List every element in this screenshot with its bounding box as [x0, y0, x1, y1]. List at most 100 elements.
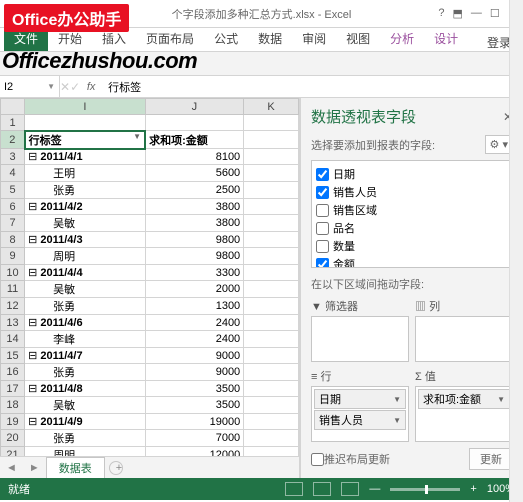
cell[interactable]: ⊟ 2011/4/8: [25, 381, 146, 397]
zone-filters[interactable]: [311, 316, 409, 362]
view-normal-icon[interactable]: [285, 482, 303, 496]
field-item[interactable]: 销售人员: [316, 183, 508, 201]
row-header[interactable]: 4: [1, 165, 25, 182]
field-item[interactable]: 数量: [316, 237, 508, 255]
row-header[interactable]: 14: [1, 331, 25, 348]
cell[interactable]: ⊟ 2011/4/3: [25, 232, 146, 248]
cell[interactable]: [244, 447, 299, 457]
cell[interactable]: 3500: [145, 381, 244, 397]
name-box[interactable]: I2 ▼: [0, 76, 60, 97]
cell[interactable]: ⊟ 2011/4/1: [25, 149, 146, 165]
cell[interactable]: 吴敏: [25, 281, 146, 298]
cell[interactable]: 张勇: [25, 182, 146, 199]
row-header[interactable]: 6: [1, 199, 25, 215]
tab-formulas[interactable]: 公式: [204, 26, 248, 51]
cell[interactable]: [244, 331, 299, 348]
cell[interactable]: [244, 182, 299, 199]
cell[interactable]: [244, 165, 299, 182]
cell[interactable]: 19000: [145, 414, 244, 430]
confirm-icon[interactable]: ✓: [70, 80, 80, 94]
zone-item[interactable]: 求和项:金额▼: [418, 389, 510, 409]
cell[interactable]: 2400: [145, 315, 244, 331]
cell[interactable]: 张勇: [25, 364, 146, 381]
cell[interactable]: 3800: [145, 199, 244, 215]
tab-review[interactable]: 审阅: [292, 26, 336, 51]
row-header[interactable]: 3: [1, 149, 25, 165]
cell[interactable]: [244, 281, 299, 298]
cell[interactable]: 3800: [145, 215, 244, 232]
cell[interactable]: ⊟ 2011/4/2: [25, 199, 146, 215]
cell[interactable]: ⊟ 2011/4/4: [25, 265, 146, 281]
cell[interactable]: [244, 315, 299, 331]
fx-icon[interactable]: fx: [80, 81, 102, 93]
cell[interactable]: 12000: [145, 447, 244, 457]
col-header-J[interactable]: J: [145, 99, 244, 115]
cell[interactable]: [244, 414, 299, 430]
cancel-icon[interactable]: ✕: [60, 80, 70, 94]
cell[interactable]: 吴敏: [25, 397, 146, 414]
formula-input[interactable]: 行标签: [102, 79, 523, 95]
cell[interactable]: 张勇: [25, 430, 146, 447]
zone-values[interactable]: 求和项:金额▼: [415, 386, 513, 442]
cell[interactable]: 周明: [25, 447, 146, 457]
cell[interactable]: 行标签 ▼: [25, 131, 146, 149]
cell[interactable]: [244, 381, 299, 397]
zone-columns[interactable]: [415, 316, 513, 362]
field-checkbox[interactable]: [316, 258, 329, 269]
cell[interactable]: 5600: [145, 165, 244, 182]
grid[interactable]: I J K 1 2行标签 ▼求和项:金额3⊟ 2011/4/181004王明56…: [0, 98, 299, 456]
cell[interactable]: 2000: [145, 281, 244, 298]
row-header[interactable]: 20: [1, 430, 25, 447]
cell[interactable]: 9800: [145, 232, 244, 248]
field-list-scrollbar[interactable]: [509, 160, 513, 268]
cell[interactable]: ⊟ 2011/4/9: [25, 414, 146, 430]
cell[interactable]: [244, 149, 299, 165]
cell[interactable]: 3500: [145, 397, 244, 414]
cell[interactable]: 张勇: [25, 298, 146, 315]
zone-item[interactable]: 销售人员▼: [314, 410, 406, 430]
row-header[interactable]: 17: [1, 381, 25, 397]
field-item[interactable]: 销售区域: [316, 201, 508, 219]
minimize-icon[interactable]: —: [471, 7, 482, 20]
row-header[interactable]: 15: [1, 348, 25, 364]
cell[interactable]: [244, 199, 299, 215]
cell[interactable]: 7000: [145, 430, 244, 447]
ribbon-toggle-icon[interactable]: ⬒: [453, 7, 463, 20]
row-header[interactable]: 10: [1, 265, 25, 281]
field-item[interactable]: 金额: [316, 255, 508, 268]
row-header[interactable]: 12: [1, 298, 25, 315]
select-all-corner[interactable]: [1, 99, 25, 115]
name-box-dropdown-icon[interactable]: ▼: [47, 82, 55, 91]
cell[interactable]: 求和项:金额: [145, 131, 244, 149]
row-header[interactable]: 11: [1, 281, 25, 298]
cell[interactable]: 2500: [145, 182, 244, 199]
sheet-tab[interactable]: 数据表: [46, 457, 105, 478]
help-icon[interactable]: ?: [438, 7, 444, 20]
tab-data[interactable]: 数据: [248, 26, 292, 51]
cell[interactable]: [244, 298, 299, 315]
cell[interactable]: 3300: [145, 265, 244, 281]
row-header[interactable]: 9: [1, 248, 25, 265]
row-header[interactable]: 16: [1, 364, 25, 381]
defer-update-checkbox[interactable]: [311, 453, 324, 466]
field-list[interactable]: 日期 销售人员 销售区域 品名 数量 金额: [311, 160, 513, 268]
zoom-out-icon[interactable]: —: [369, 483, 380, 495]
row-header[interactable]: 2: [1, 131, 25, 149]
cell[interactable]: 王明: [25, 165, 146, 182]
field-item[interactable]: 日期: [316, 165, 508, 183]
view-pagebreak-icon[interactable]: [341, 482, 359, 496]
cell[interactable]: 2400: [145, 331, 244, 348]
cell[interactable]: [244, 265, 299, 281]
maximize-icon[interactable]: ☐: [490, 7, 500, 20]
zoom-slider[interactable]: [390, 488, 460, 491]
zoom-in-icon[interactable]: +: [470, 483, 476, 495]
row-header[interactable]: 5: [1, 182, 25, 199]
field-checkbox[interactable]: [316, 168, 329, 181]
cell[interactable]: [244, 430, 299, 447]
cell[interactable]: 9000: [145, 348, 244, 364]
cell[interactable]: [244, 215, 299, 232]
cell[interactable]: 9000: [145, 364, 244, 381]
row-header[interactable]: 19: [1, 414, 25, 430]
field-item[interactable]: 品名: [316, 219, 508, 237]
view-layout-icon[interactable]: [313, 482, 331, 496]
